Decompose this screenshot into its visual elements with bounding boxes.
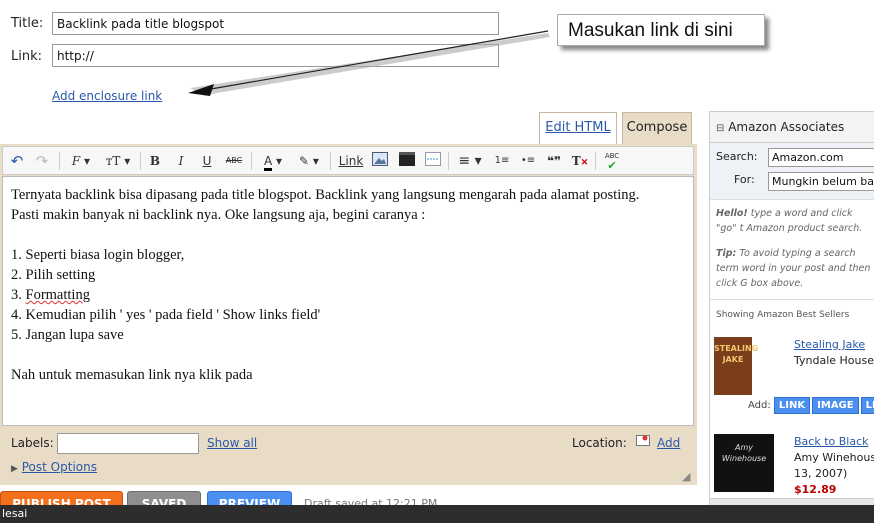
image-icon[interactable] <box>371 152 389 170</box>
post-line: 3. Formatting <box>11 285 685 305</box>
show-all-link[interactable]: Show all <box>207 436 257 450</box>
italic-icon[interactable]: I <box>173 152 189 170</box>
add-buttons-row: Add: LINKIMAGELINK <box>748 397 874 414</box>
map-pin-icon[interactable] <box>636 433 650 446</box>
product-price: $12.89 <box>794 483 837 496</box>
panel-header: ⊟ Amazon Associates <box>710 112 874 143</box>
product-date: 13, 2007) <box>794 467 848 480</box>
collapse-icon[interactable]: ⊟ <box>716 123 724 134</box>
labels-input[interactable] <box>57 433 199 454</box>
redo-icon[interactable]: ↷ <box>34 152 50 170</box>
post-line: 1. Seperti biasa login blogger, <box>11 247 185 263</box>
product-author: Tyndale House P <box>794 354 874 367</box>
tab-compose[interactable]: Compose <box>622 112 692 144</box>
tip-text: Tip: To avoid typing a search term word … <box>716 248 871 289</box>
video-icon-svg <box>399 152 415 166</box>
post-body-editor[interactable]: Ternyata backlink bisa dipasang pada tit… <box>2 176 694 426</box>
jump-break-icon-svg <box>425 152 441 166</box>
toolbar-separator <box>59 152 60 170</box>
add-image-button[interactable]: IMAGE <box>812 397 859 414</box>
spellcheck-icon[interactable]: ABC ✔ <box>601 152 623 172</box>
misspelled-word[interactable]: Formatting <box>26 287 90 303</box>
post-line: 2. Pilih setting <box>11 267 96 283</box>
align-icon[interactable]: ≡ ▾ <box>455 152 485 170</box>
video-icon[interactable] <box>398 152 416 170</box>
add-location-link[interactable]: Add <box>657 436 680 450</box>
jump-break-icon[interactable] <box>424 152 442 170</box>
font-family-icon[interactable]: F ▾ <box>67 152 95 170</box>
post-line: Nah untuk memasukan link nya klik pada <box>11 367 253 383</box>
editor-toolbar: ↶ ↷ F ▾ тT ▾ B I U ABC A ▾ ✎ ▾ Link ≡ ▾ … <box>2 146 694 175</box>
toolbar-separator <box>251 152 252 170</box>
post-options-toggle[interactable]: ▶ Post Options <box>11 460 97 474</box>
highlight-icon[interactable]: ✎ ▾ <box>294 152 324 170</box>
amazon-search-select[interactable] <box>768 148 874 167</box>
quote-icon[interactable]: ❝❞ <box>544 152 564 170</box>
help-box: Hello! type a word and click "go" t Amaz… <box>710 200 874 291</box>
bullet-list-icon[interactable]: •≡ <box>518 152 538 170</box>
post-line: 4. Kemudian pilih ' yes ' pada field ' S… <box>11 307 321 323</box>
search-label: Search: <box>716 150 758 163</box>
for-label: For: <box>734 173 755 186</box>
post-options-link[interactable]: Post Options <box>22 460 97 474</box>
amazon-for-input[interactable] <box>768 172 874 191</box>
post-line-text: 3. Formatting <box>11 287 90 303</box>
font-size-icon[interactable]: тT ▾ <box>102 152 134 170</box>
product-title-link[interactable]: Back to Black <box>794 435 869 448</box>
triangle-right-icon: ▶ <box>11 464 18 474</box>
bold-icon[interactable]: B <box>147 152 163 170</box>
product-title-link[interactable]: Stealing Jake <box>794 338 865 351</box>
book-cover-image[interactable]: STEALING JAKE <box>714 337 758 395</box>
post-line: Ternyata backlink bisa dipasang pada tit… <box>11 187 640 203</box>
tab-edit-html[interactable]: Edit HTML <box>539 112 617 144</box>
callout-box: Masukan link di sini <box>557 14 765 46</box>
clear-formatting-icon[interactable]: T✕ <box>571 152 589 170</box>
add-link-button[interactable]: LINK <box>773 397 811 414</box>
editor-frame: ↶ ↷ F ▾ тT ▾ B I U ABC A ▾ ✎ ▾ Link ≡ ▾ … <box>0 144 697 485</box>
link-button[interactable]: Link <box>337 152 365 170</box>
browser-status-bar: lesai <box>0 505 874 523</box>
undo-icon[interactable]: ↶ <box>9 152 25 170</box>
numbered-list-icon[interactable]: 1≡ <box>492 152 512 170</box>
add-link-button[interactable]: LINK <box>860 397 874 414</box>
text-color-icon[interactable]: A ▾ <box>258 152 288 171</box>
post-line: 5. Jangan lupa save <box>11 327 124 343</box>
location-label: Location: <box>572 436 627 450</box>
strikethrough-icon[interactable]: ABC <box>223 152 245 170</box>
best-sellers-heading: Showing Amazon Best Sellers <box>710 299 874 320</box>
toolbar-separator <box>595 152 596 170</box>
add-label: Add: <box>748 400 771 411</box>
toolbar-separator <box>330 152 331 170</box>
image-icon-svg <box>372 152 388 166</box>
check-icon: ✔ <box>607 159 617 172</box>
amazon-associates-panel: ⊟ Amazon Associates Search: For: Hello! … <box>709 111 874 511</box>
toolbar-separator <box>448 152 449 170</box>
resize-grip-icon[interactable]: ◢ <box>682 470 690 483</box>
album-cover-image[interactable]: Amy Winehouse <box>714 434 774 492</box>
post-line <box>11 225 685 245</box>
underline-icon[interactable]: U <box>199 152 215 170</box>
map-pin-icon-svg <box>636 435 650 446</box>
search-area: Search: For: <box>710 143 874 200</box>
toolbar-separator <box>140 152 141 170</box>
panel-title: Amazon Associates <box>728 120 845 134</box>
product-author: Amy Winehouse <box>794 451 874 464</box>
post-line: Pasti makin banyak ni backlink nya. Oke … <box>11 207 426 223</box>
help-text: Hello! type a word and click "go" t Amaz… <box>716 208 863 234</box>
clear-x-icon: ✕ <box>580 158 589 168</box>
post-line <box>11 345 685 365</box>
labels-label: Labels: <box>11 436 54 450</box>
